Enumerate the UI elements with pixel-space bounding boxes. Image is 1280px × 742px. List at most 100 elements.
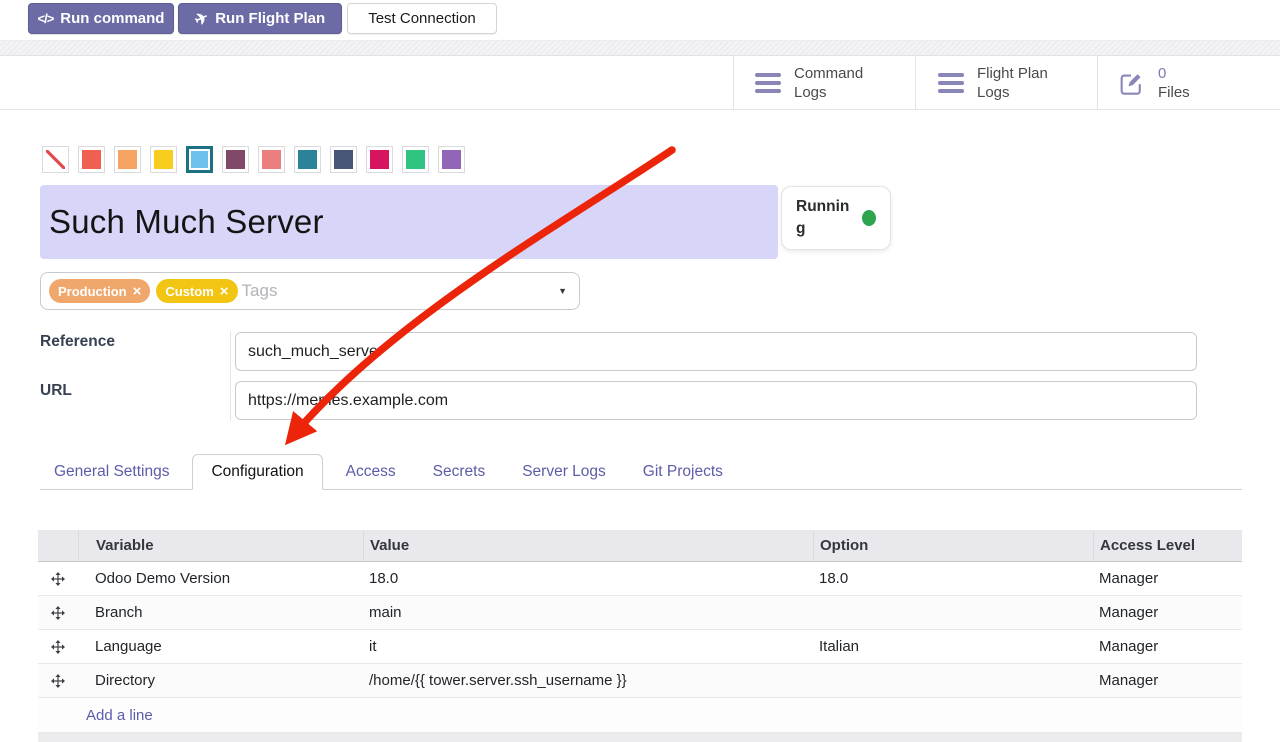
tab-secrets[interactable]: Secrets bbox=[419, 454, 500, 489]
url-input[interactable] bbox=[235, 381, 1197, 420]
reference-label: Reference bbox=[40, 333, 115, 351]
separator bbox=[915, 56, 916, 110]
chevron-down-icon[interactable]: ▼ bbox=[558, 286, 567, 296]
cell-value[interactable]: main bbox=[363, 596, 813, 629]
tab-server-logs[interactable]: Server Logs bbox=[508, 454, 620, 489]
flight-plan-logs-label: Flight Plan Logs bbox=[977, 64, 1057, 103]
flight-plan-logs-button[interactable]: Flight Plan Logs bbox=[938, 56, 1057, 110]
tags-select[interactable]: Production×Custom× Tags ▼ bbox=[40, 272, 580, 310]
cell-access[interactable]: Manager bbox=[1093, 562, 1242, 595]
status-card[interactable]: Running bbox=[781, 186, 891, 250]
cell-variable[interactable]: Odoo Demo Version bbox=[78, 562, 363, 595]
config-table-body: Odoo Demo Version18.018.0Manager Branchm… bbox=[38, 562, 1242, 698]
test-connection-label: Test Connection bbox=[368, 10, 476, 27]
run-command-button[interactable]: </> Run command bbox=[28, 3, 174, 34]
run-command-label: Run command bbox=[60, 10, 164, 27]
table-row[interactable]: Branchmain Manager bbox=[38, 596, 1242, 630]
row-drag-handle[interactable] bbox=[38, 596, 78, 629]
color-swatch-none[interactable] bbox=[42, 146, 69, 173]
cell-value[interactable]: it bbox=[363, 630, 813, 663]
table-row[interactable]: Directory/home/{{ tower.server.ssh_usern… bbox=[38, 664, 1242, 698]
status-label: Running bbox=[796, 196, 850, 239]
color-palette bbox=[42, 146, 465, 173]
files-label: Files bbox=[1158, 83, 1190, 103]
tag-pill: Custom × bbox=[156, 279, 237, 303]
color-swatch[interactable] bbox=[150, 146, 177, 173]
header-value[interactable]: Value bbox=[363, 530, 813, 561]
cell-option[interactable] bbox=[813, 596, 1093, 629]
swatch-color bbox=[154, 150, 173, 169]
color-swatch[interactable] bbox=[258, 146, 285, 173]
separator bbox=[733, 56, 734, 110]
tag-remove-icon[interactable]: × bbox=[220, 284, 229, 299]
files-count: 0 bbox=[1158, 64, 1190, 84]
table-row[interactable]: Odoo Demo Version18.018.0Manager bbox=[38, 562, 1242, 596]
header-handle-column bbox=[38, 530, 78, 561]
tab-git-projects[interactable]: Git Projects bbox=[629, 454, 737, 489]
tab-access[interactable]: Access bbox=[332, 454, 410, 489]
color-swatch[interactable] bbox=[330, 146, 357, 173]
cell-variable[interactable]: Language bbox=[78, 630, 363, 663]
page: </> Run command ✈ Run Flight Plan Test C… bbox=[0, 0, 1280, 742]
status-dot bbox=[862, 210, 876, 226]
tab-configuration[interactable]: Configuration bbox=[192, 454, 322, 490]
cell-option[interactable]: 18.0 bbox=[813, 562, 1093, 595]
cell-access[interactable]: Manager bbox=[1093, 596, 1242, 629]
cell-option[interactable]: Italian bbox=[813, 630, 1093, 663]
run-flight-plan-label: Run Flight Plan bbox=[215, 10, 325, 27]
cell-option[interactable] bbox=[813, 664, 1093, 697]
test-connection-button[interactable]: Test Connection bbox=[347, 3, 497, 34]
row-drag-handle[interactable] bbox=[38, 664, 78, 697]
color-swatch[interactable] bbox=[366, 146, 393, 173]
header-access-level[interactable]: Access Level bbox=[1093, 530, 1242, 561]
header-variable[interactable]: Variable bbox=[78, 530, 363, 561]
cell-value[interactable]: 18.0 bbox=[363, 562, 813, 595]
table-row[interactable]: LanguageitItalianManager bbox=[38, 630, 1242, 664]
cell-variable[interactable]: Branch bbox=[78, 596, 363, 629]
header-band: Command Logs Flight Plan Logs 0 Files bbox=[0, 56, 1280, 110]
swatch-color bbox=[334, 150, 353, 169]
divider bbox=[230, 331, 231, 421]
tab-general-settings[interactable]: General Settings bbox=[40, 454, 183, 489]
move-icon bbox=[51, 572, 65, 586]
color-swatch[interactable] bbox=[222, 146, 249, 173]
table-footer-strip bbox=[38, 733, 1242, 742]
cell-access[interactable]: Manager bbox=[1093, 630, 1242, 663]
color-swatch[interactable] bbox=[402, 146, 429, 173]
swatch-color bbox=[82, 150, 101, 169]
texture-strip bbox=[0, 40, 1280, 56]
config-table: Variable Value Option Access Level Odoo … bbox=[38, 530, 1242, 742]
tag-pill: Production× bbox=[49, 279, 150, 303]
add-line-link[interactable]: Add a line bbox=[86, 707, 153, 724]
move-icon bbox=[51, 674, 65, 688]
cell-value[interactable]: /home/{{ tower.server.ssh_username }} bbox=[363, 664, 813, 697]
color-swatch[interactable] bbox=[438, 146, 465, 173]
separator bbox=[1097, 56, 1098, 110]
list-icon bbox=[755, 73, 781, 93]
swatch-color bbox=[118, 150, 137, 169]
move-icon bbox=[51, 606, 65, 620]
reference-input[interactable] bbox=[235, 332, 1197, 371]
record-title-field[interactable]: Such Much Server bbox=[40, 185, 778, 259]
tag-label: Custom bbox=[165, 284, 213, 299]
row-drag-handle[interactable] bbox=[38, 630, 78, 663]
cell-variable[interactable]: Directory bbox=[78, 664, 363, 697]
swatch-color bbox=[298, 150, 317, 169]
run-flight-plan-button[interactable]: ✈ Run Flight Plan bbox=[178, 3, 342, 34]
files-button[interactable]: 0 Files bbox=[1117, 56, 1190, 110]
swatch-color bbox=[406, 150, 425, 169]
cell-access[interactable]: Manager bbox=[1093, 664, 1242, 697]
command-logs-button[interactable]: Command Logs bbox=[755, 56, 886, 110]
tag-remove-icon[interactable]: × bbox=[133, 284, 142, 299]
swatch-color bbox=[442, 150, 461, 169]
color-swatch[interactable] bbox=[294, 146, 321, 173]
row-drag-handle[interactable] bbox=[38, 562, 78, 595]
color-swatch[interactable] bbox=[186, 146, 213, 173]
swatch-color bbox=[226, 150, 245, 169]
tags-list: Production× Custom × bbox=[49, 279, 238, 303]
header-option[interactable]: Option bbox=[813, 530, 1093, 561]
record-title: Such Much Server bbox=[40, 203, 324, 241]
color-swatch[interactable] bbox=[78, 146, 105, 173]
add-line-row: Add a line bbox=[38, 698, 1242, 733]
color-swatch[interactable] bbox=[114, 146, 141, 173]
